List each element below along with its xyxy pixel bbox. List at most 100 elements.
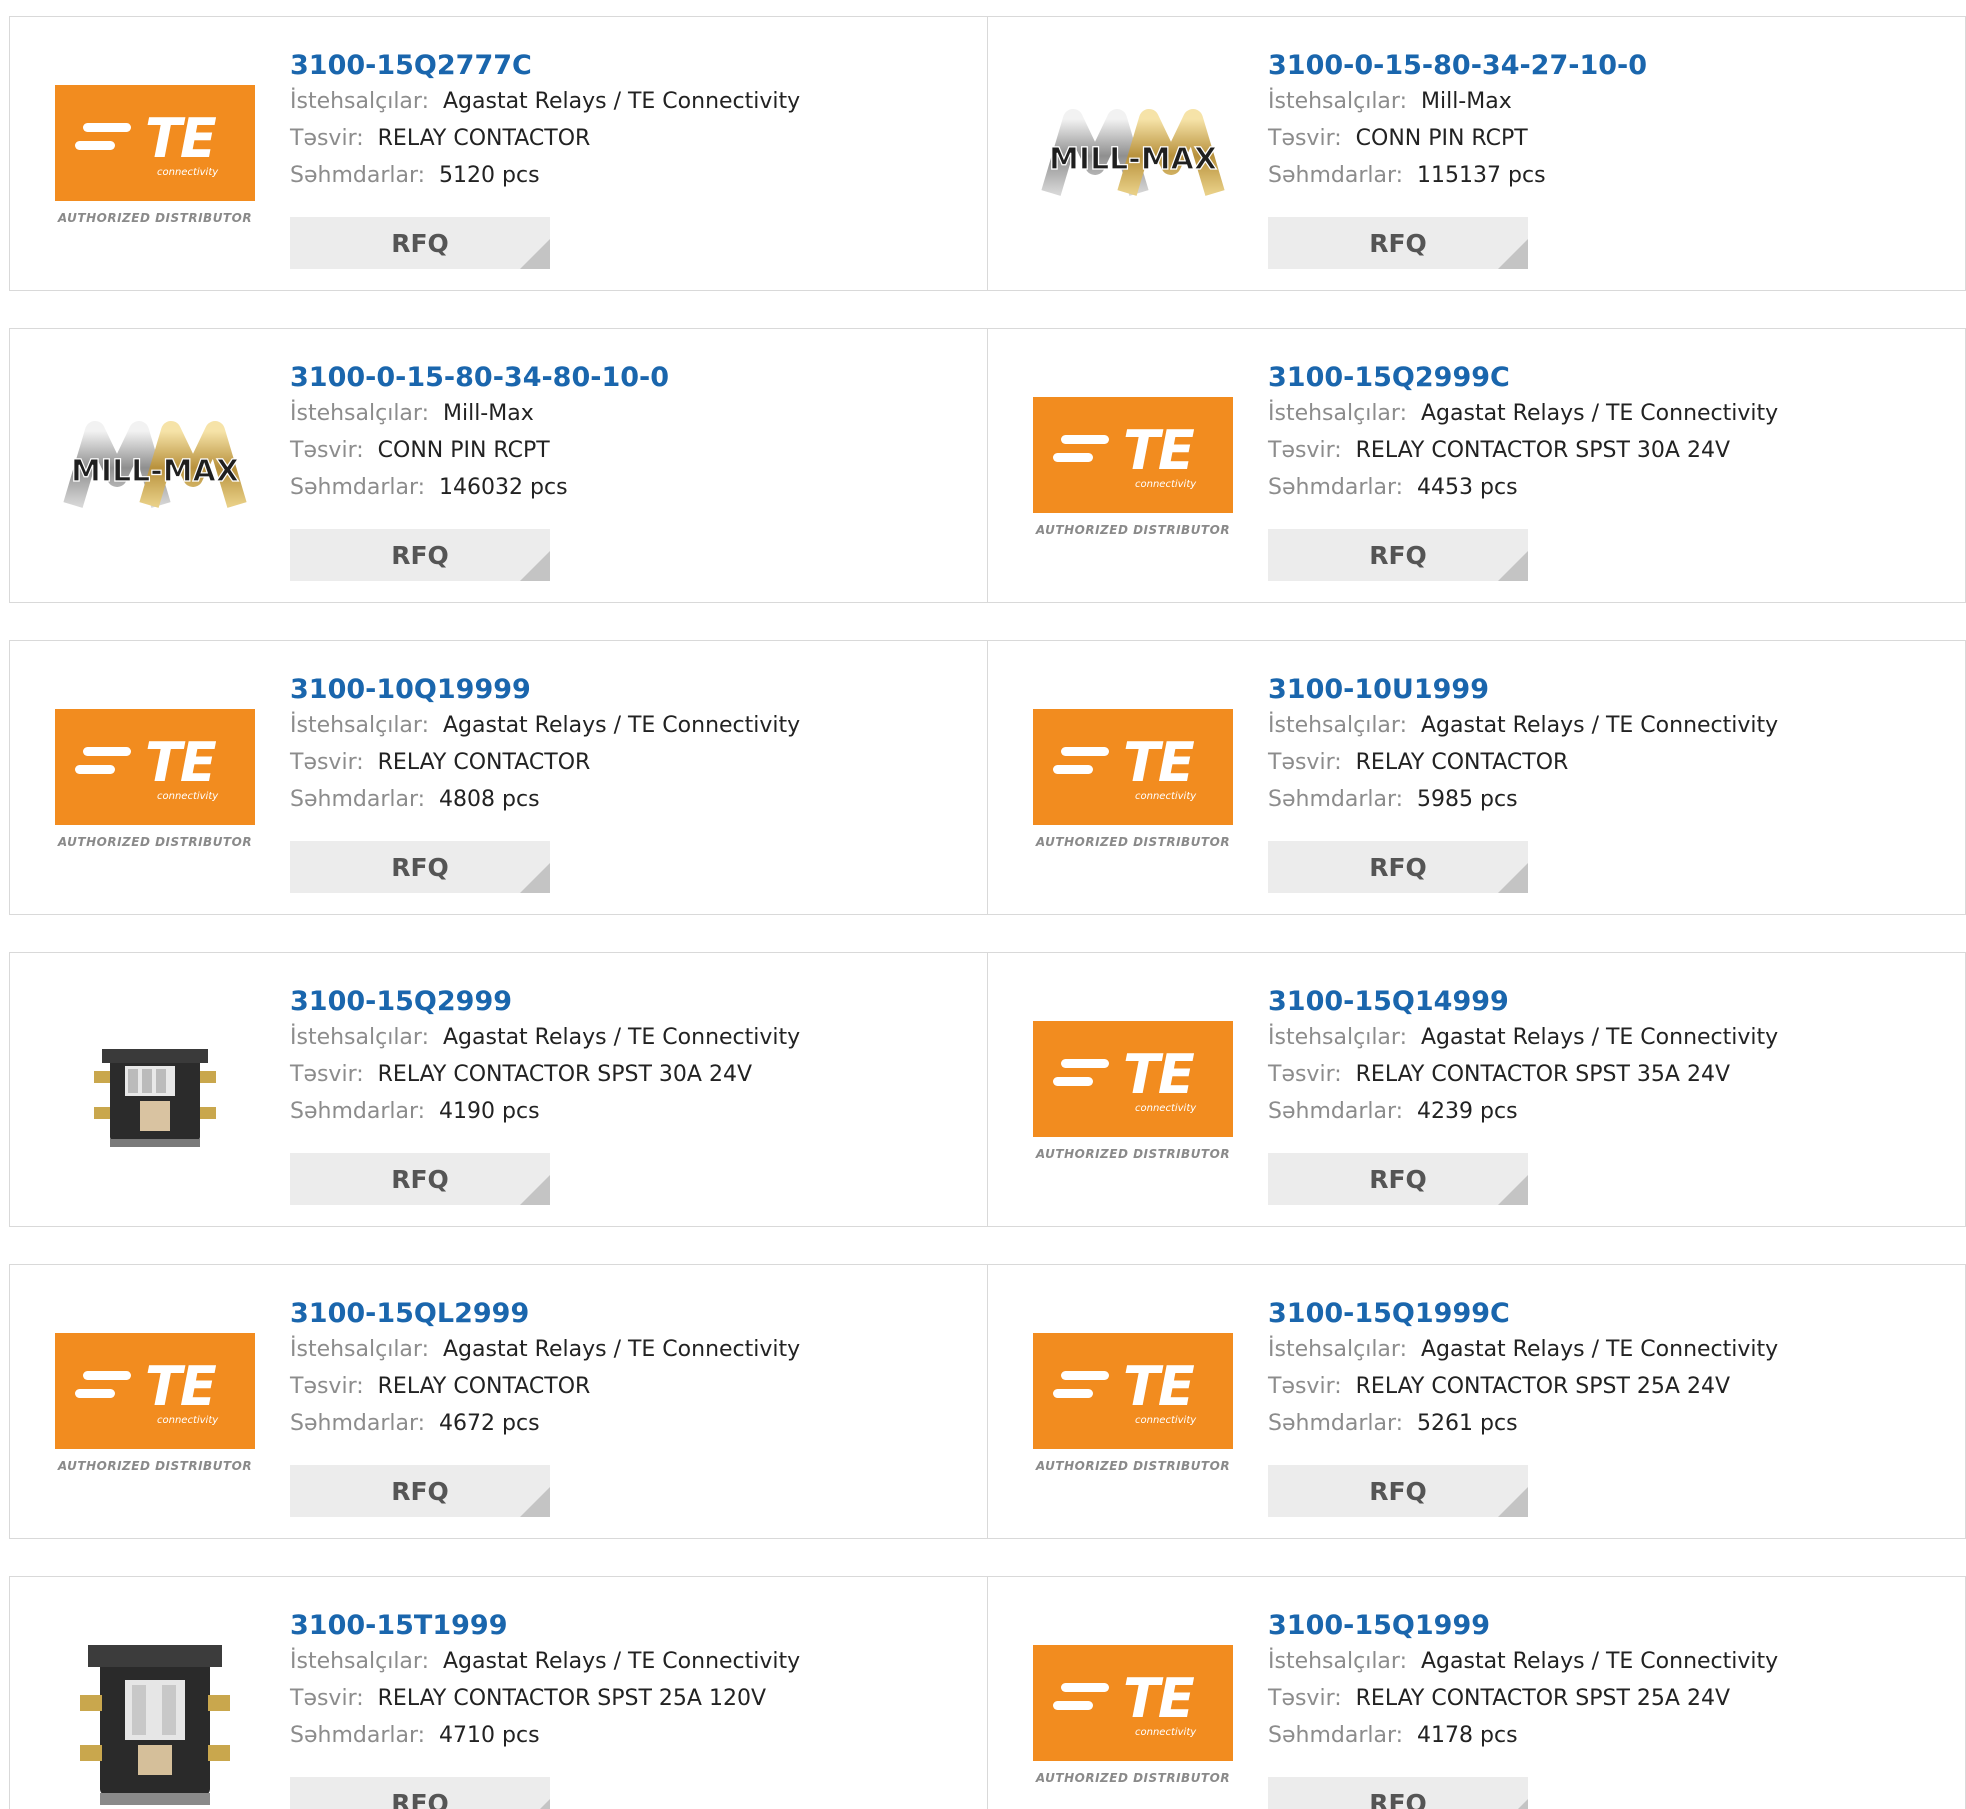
- product-image[interactable]: MILL-MAX: [50, 359, 260, 574]
- product-part-link[interactable]: 3100-15Q2777C: [290, 49, 800, 83]
- rfq-button[interactable]: RFQ: [290, 529, 550, 581]
- rfq-corner-decoration: [1498, 1175, 1528, 1205]
- product-image[interactable]: MILL-MAX: [1028, 47, 1238, 262]
- product-stock-value: 5985 pcs: [1417, 787, 1518, 812]
- product-stock-row: Səhmdarlar: 4239 pcs: [1268, 1093, 1778, 1130]
- product-image[interactable]: TE connectivity AUTHORIZED DISTRIBUTOR: [50, 671, 260, 886]
- rfq-button-label: RFQ: [391, 1476, 449, 1506]
- product-description-value: CONN PIN RCPT: [1355, 126, 1528, 151]
- rfq-button[interactable]: RFQ: [290, 841, 550, 893]
- rfq-button[interactable]: RFQ: [290, 1465, 550, 1517]
- product-description-label: Təsvir:: [290, 1374, 364, 1399]
- product-stock-label: Səhmdarlar:: [1268, 475, 1404, 500]
- product-part-link[interactable]: 3100-15T1999: [290, 1609, 800, 1643]
- product-part-link[interactable]: 3100-15Q1999C: [1268, 1297, 1778, 1331]
- product-card: 3100-15T1999 İstehsalçılar: Agastat Relays…: [9, 1576, 988, 1809]
- product-row: 3100-15T1999 İstehsalçılar: Agastat Relays…: [9, 1576, 1966, 1809]
- product-stock-row: Səhmdarlar: 4710 pcs: [290, 1717, 800, 1754]
- product-description-label: Təsvir:: [1268, 1686, 1342, 1711]
- product-description-label: Təsvir:: [1268, 126, 1342, 151]
- product-stock-label: Səhmdarlar:: [1268, 1099, 1404, 1124]
- rfq-button[interactable]: RFQ: [1268, 1153, 1528, 1205]
- product-image[interactable]: TE connectivity AUTHORIZED DISTRIBUTOR: [1028, 1295, 1238, 1510]
- product-manufacturer-label: İstehsalçılar:: [1268, 89, 1407, 114]
- product-manufacturer-row: İstehsalçılar: Agastat Relays / TE Connec…: [1268, 707, 1778, 744]
- product-info: 3100-10U1999 İstehsalçılar: Agastat Relays…: [1268, 673, 1778, 818]
- product-stock-row: Səhmdarlar: 4178 pcs: [1268, 1717, 1778, 1754]
- product-description-label: Təsvir:: [290, 750, 364, 775]
- rfq-corner-decoration: [520, 551, 550, 581]
- product-part-link[interactable]: 3100-0-15-80-34-27-10-0: [1268, 49, 1647, 83]
- mill-max-logo-text: MILL-MAX: [1049, 142, 1217, 177]
- product-part-link[interactable]: 3100-15Q2999C: [1268, 361, 1778, 395]
- product-info: 3100-15Q2999C İstehsalçılar: Agastat Relay…: [1268, 361, 1778, 506]
- rfq-corner-decoration: [1498, 1799, 1528, 1809]
- product-stock-label: Səhmdarlar:: [290, 475, 426, 500]
- product-part-link[interactable]: 3100-10Q19999: [290, 673, 800, 707]
- product-image[interactable]: [50, 1607, 260, 1809]
- product-description-row: Təsvir: RELAY CONTACTOR SPST 30A 24V: [290, 1056, 800, 1093]
- product-description-value: RELAY CONTACTOR SPST 25A 120V: [377, 1686, 766, 1711]
- product-manufacturer-value: Agastat Relays / TE Connectivity: [442, 1025, 801, 1050]
- product-description-label: Təsvir:: [1268, 1374, 1342, 1399]
- product-description-value: CONN PIN RCPT: [377, 438, 550, 463]
- product-image[interactable]: TE connectivity AUTHORIZED DISTRIBUTOR: [50, 47, 260, 262]
- product-info: 3100-0-15-80-34-80-10-0 İstehsalçılar: Mil…: [290, 361, 669, 506]
- rfq-button-label: RFQ: [1369, 852, 1427, 882]
- product-stock-row: Səhmdarlar: 5985 pcs: [1268, 781, 1778, 818]
- rfq-button[interactable]: RFQ: [1268, 217, 1528, 269]
- mill-max-logo-text: MILL-MAX: [71, 454, 239, 489]
- product-part-link[interactable]: 3100-15Q1999: [1268, 1609, 1778, 1643]
- product-description-value: RELAY CONTACTOR: [377, 126, 591, 151]
- product-image[interactable]: [50, 983, 260, 1198]
- product-description-value: RELAY CONTACTOR SPST 30A 24V: [1355, 438, 1730, 463]
- product-image[interactable]: TE connectivity AUTHORIZED DISTRIBUTOR: [1028, 1607, 1238, 1809]
- product-manufacturer-value: Agastat Relays / TE Connectivity: [1420, 1337, 1779, 1362]
- product-image[interactable]: TE connectivity AUTHORIZED DISTRIBUTOR: [1028, 983, 1238, 1198]
- product-image[interactable]: TE connectivity AUTHORIZED DISTRIBUTOR: [1028, 359, 1238, 574]
- product-row: TE connectivity AUTHORIZED DISTRIBUTOR 3…: [9, 1264, 1966, 1539]
- rfq-button[interactable]: RFQ: [290, 1153, 550, 1205]
- rfq-button[interactable]: RFQ: [1268, 1465, 1528, 1517]
- rfq-button[interactable]: RFQ: [1268, 841, 1528, 893]
- product-stock-row: Səhmdarlar: 5120 pcs: [290, 157, 800, 194]
- rfq-button[interactable]: RFQ: [290, 1777, 550, 1809]
- product-manufacturer-label: İstehsalçılar:: [1268, 713, 1407, 738]
- product-manufacturer-value: Agastat Relays / TE Connectivity: [1420, 401, 1779, 426]
- product-stock-value: 4453 pcs: [1417, 475, 1518, 500]
- product-card: TE connectivity AUTHORIZED DISTRIBUTOR 3…: [988, 1576, 1966, 1809]
- product-manufacturer-value: Mill-Max: [442, 401, 534, 426]
- rfq-button-label: RFQ: [1369, 1788, 1427, 1809]
- rfq-button-label: RFQ: [1369, 1476, 1427, 1506]
- rfq-button-label: RFQ: [1369, 540, 1427, 570]
- product-card: TE connectivity AUTHORIZED DISTRIBUTOR 3…: [9, 16, 988, 291]
- product-info: 3100-15Q2777C İstehsalçılar: Agastat Relay…: [290, 49, 800, 194]
- te-connectivity-logo: TE connectivity AUTHORIZED DISTRIBUTOR: [1033, 1644, 1233, 1785]
- product-part-link[interactable]: 3100-15Q14999: [1268, 985, 1778, 1019]
- product-part-link[interactable]: 3100-10U1999: [1268, 673, 1778, 707]
- product-part-link[interactable]: 3100-15Q2999: [290, 985, 800, 1019]
- product-description-row: Təsvir: RELAY CONTACTOR: [290, 744, 800, 781]
- product-stock-value: 4808 pcs: [439, 787, 540, 812]
- product-manufacturer-row: İstehsalçılar: Agastat Relays / TE Connec…: [290, 83, 800, 120]
- product-part-link[interactable]: 3100-0-15-80-34-80-10-0: [290, 361, 669, 395]
- product-description-row: Təsvir: CONN PIN RCPT: [1268, 120, 1647, 157]
- product-image[interactable]: TE connectivity AUTHORIZED DISTRIBUTOR: [1028, 671, 1238, 886]
- rfq-corner-decoration: [520, 1487, 550, 1517]
- rfq-button[interactable]: RFQ: [1268, 529, 1528, 581]
- product-stock-value: 4239 pcs: [1417, 1099, 1518, 1124]
- product-description-row: Təsvir: RELAY CONTACTOR SPST 25A 24V: [1268, 1368, 1778, 1405]
- product-stock-label: Səhmdarlar:: [1268, 163, 1404, 188]
- product-info: 3100-15QL2999 İstehsalçılar: Agastat Relay…: [290, 1297, 800, 1442]
- rfq-button[interactable]: RFQ: [290, 217, 550, 269]
- rfq-button-label: RFQ: [391, 540, 449, 570]
- product-part-link[interactable]: 3100-15QL2999: [290, 1297, 800, 1331]
- product-manufacturer-label: İstehsalçılar:: [290, 89, 429, 114]
- product-stock-label: Səhmdarlar:: [290, 163, 426, 188]
- product-manufacturer-label: İstehsalçılar:: [290, 401, 429, 426]
- rfq-button[interactable]: RFQ: [1268, 1777, 1528, 1809]
- contactor-photo: [80, 1021, 230, 1161]
- product-stock-value: 5120 pcs: [439, 163, 540, 188]
- product-image[interactable]: TE connectivity AUTHORIZED DISTRIBUTOR: [50, 1295, 260, 1510]
- product-manufacturer-row: İstehsalçılar: Agastat Relays / TE Connec…: [290, 1643, 800, 1680]
